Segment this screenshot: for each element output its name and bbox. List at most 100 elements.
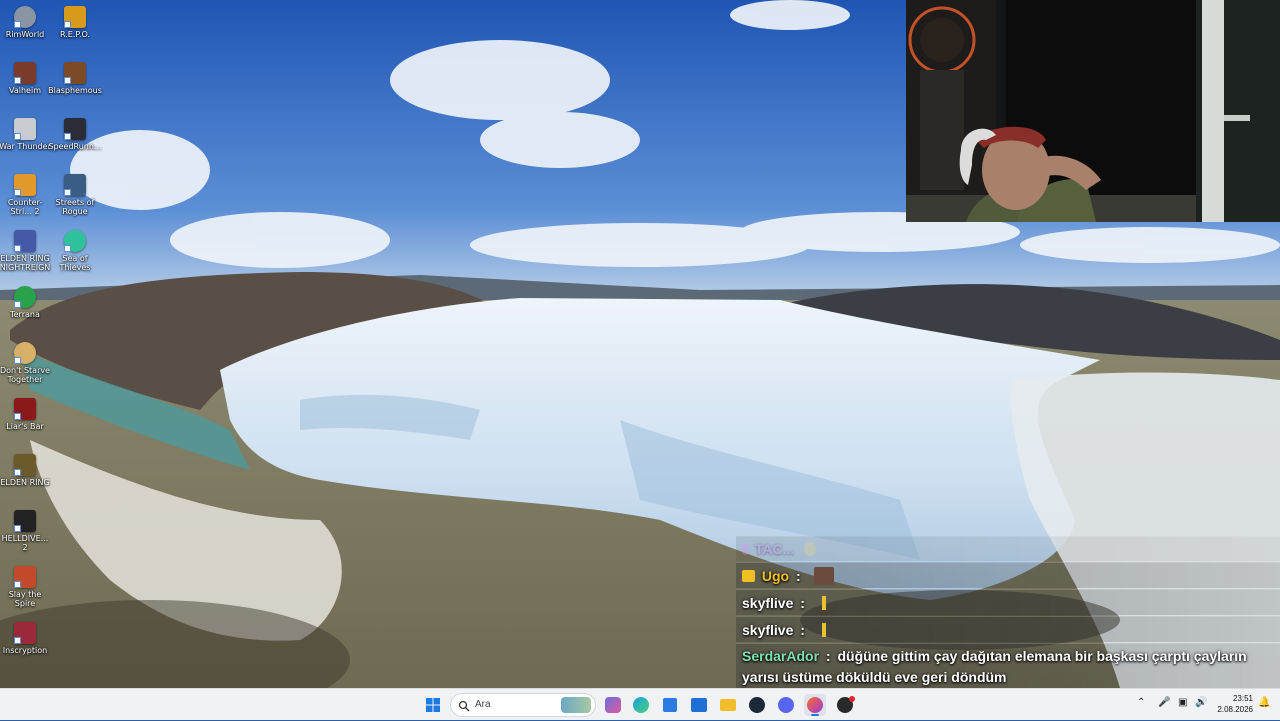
streets-of-rogue-icon [64, 174, 86, 196]
desktop-icon-elden-ring[interactable]: ELDEN RING [0, 452, 52, 487]
clock-time: 23:51 [1232, 694, 1253, 703]
chat-username: TAC... [754, 541, 795, 557]
webcam-overlay [906, 0, 1280, 222]
liars-bar-icon [14, 398, 36, 420]
desktop-icon-helldivers[interactable]: HELLDIVE... 2 [0, 508, 52, 552]
desktop-icon-label: Counter-Stri... 2 [7, 198, 43, 216]
sub-badge-icon [742, 543, 748, 555]
repo-icon [64, 6, 86, 28]
desktop-icon-label: Sea of Thieves [59, 254, 91, 272]
chat-message: SerdarAdor : düğüne gittim çay dağıtan e… [736, 643, 1280, 688]
store-icon [663, 698, 677, 712]
desktop-icon-blasphemous[interactable]: Blasphemous [48, 60, 102, 95]
desktop-icon-inscryption[interactable]: Inscryption [0, 620, 52, 655]
taskbar-search-box[interactable]: Ara [450, 693, 596, 717]
crown-badge-icon [742, 570, 755, 582]
emote-icon [821, 623, 826, 637]
taskbar-app-obs[interactable] [834, 694, 856, 716]
terrana-icon [14, 286, 36, 308]
desktop-icon-label: Liar's Bar [6, 422, 44, 431]
taskbar-app-widgets[interactable] [602, 694, 624, 716]
desktop-icon-label: ELDEN RING NIGHTREIGN [0, 254, 51, 272]
taskbar-app-store[interactable] [659, 694, 681, 716]
chat-message: skyflive : [736, 616, 1280, 642]
search-highlight-icon [561, 697, 591, 713]
valheim-icon [14, 62, 36, 84]
taskbar-app-firefox[interactable] [804, 694, 826, 716]
desktop-icon-war-thunder[interactable]: War Thunder [0, 116, 52, 151]
emote-icon [804, 542, 817, 556]
discord-icon [778, 697, 794, 713]
network-icon[interactable]: ▣ [1178, 697, 1187, 708]
desktop-icon-repo[interactable]: R.E.P.O. [48, 4, 102, 39]
sea-of-thieves-icon [64, 230, 86, 252]
desktop-icon-sea-of-thieves[interactable]: Sea of Thieves [48, 228, 102, 272]
rimworld-icon [14, 6, 36, 28]
file-explorer-icon [720, 699, 736, 711]
blasphemous-icon [64, 62, 86, 84]
taskbar-app-discord[interactable] [775, 694, 797, 716]
microphone-icon[interactable]: 🎤 [1158, 697, 1170, 708]
show-hidden-icons-chevron-icon[interactable]: ⌃ [1137, 697, 1145, 708]
desktop-icon-label: Valheim [9, 86, 41, 95]
desktop-icon-label: Terrana [10, 310, 40, 319]
taskbar: Ara ⌃ 🎤 ▣ 🔊 23:51 2.08.2026 🔔 [0, 688, 1280, 720]
desktop-icon-label: SpeedRunn... [48, 142, 102, 151]
chat-username: skyflive [742, 595, 794, 611]
slay-the-spire-icon [14, 566, 36, 588]
desktop-icon-liars-bar[interactable]: Liar's Bar [0, 396, 52, 431]
desktop-icon-label: Blasphemous [48, 86, 102, 95]
desktop-icon-counter-strike[interactable]: Counter-Stri... 2 [0, 172, 52, 216]
desktop-icon-nightreign[interactable]: ELDEN RING NIGHTREIGN [0, 228, 52, 272]
desktop-icon-label: Streets of Rogue [55, 198, 95, 216]
search-placeholder: Ara [475, 699, 491, 710]
taskbar-clock[interactable]: 23:51 2.08.2026 [1213, 693, 1253, 715]
speedrunners-icon [64, 118, 86, 140]
emote-icon [821, 596, 826, 610]
chat-message: Ugo : [736, 562, 1280, 588]
chat-username: skyflive [742, 622, 794, 638]
taskbar-app-file-explorer[interactable] [717, 694, 739, 716]
chat-username: Ugo [761, 568, 790, 584]
elden-ring-icon [14, 454, 36, 476]
desktop-icon-label: ELDEN RING [0, 478, 50, 487]
desktop-icon-label: War Thunder [0, 142, 51, 151]
clock-date: 2.08.2026 [1217, 705, 1253, 714]
windows-start-icon [426, 698, 440, 712]
taskbar-app-edge[interactable] [630, 694, 652, 716]
outlook-icon [691, 698, 707, 712]
desktop-icon-grid: RimWorld R.E.P.O. Valheim Blasphemous Wa… [0, 0, 110, 688]
desktop-icon-dont-starve[interactable]: Don't Starve Together [0, 340, 52, 384]
chat-message: TAC... [736, 536, 1280, 561]
helldivers-icon [14, 510, 36, 532]
taskbar-app-outlook[interactable] [688, 694, 710, 716]
war-thunder-icon [14, 118, 36, 140]
steam-icon [749, 697, 765, 713]
widgets-icon [605, 697, 621, 713]
desktop-icon-terrana[interactable]: Terrana [0, 284, 52, 319]
desktop-icon-streets-of-rogue[interactable]: Streets of Rogue [48, 172, 102, 216]
stream-chat-overlay: TAC... Ugo : skyflive : skyflive : Serda… [736, 536, 1280, 688]
volume-icon[interactable]: 🔊 [1195, 697, 1207, 708]
desktop-icon-valheim[interactable]: Valheim [0, 60, 52, 95]
desktop-icon-label: Slay the Spire [8, 590, 42, 608]
desktop-icon-label: RimWorld [5, 30, 45, 39]
desktop-icon-slay-the-spire[interactable]: Slay the Spire [0, 564, 52, 608]
firefox-icon [807, 697, 823, 713]
desktop-icon-label: HELLDIVE... 2 [1, 534, 49, 552]
desktop-icon-speedrunners[interactable]: SpeedRunn... [48, 116, 102, 151]
start-button[interactable] [422, 694, 444, 716]
emote-icon [813, 567, 834, 585]
inscryption-icon [14, 622, 36, 644]
nightreign-icon [14, 230, 36, 252]
edge-icon [633, 697, 649, 713]
notification-bell-icon[interactable]: 🔔 [1258, 697, 1270, 708]
desktop-icon-label: Inscryption [2, 646, 48, 655]
desktop-icon-rimworld[interactable]: RimWorld [0, 4, 52, 39]
search-icon [458, 700, 470, 712]
taskbar-app-steam[interactable] [746, 694, 768, 716]
desktop-icon-label: R.E.P.O. [59, 30, 91, 39]
dont-starve-icon [14, 342, 36, 364]
chat-username: SerdarAdor [742, 648, 820, 664]
desktop-icon-label: Don't Starve Together [0, 366, 51, 384]
